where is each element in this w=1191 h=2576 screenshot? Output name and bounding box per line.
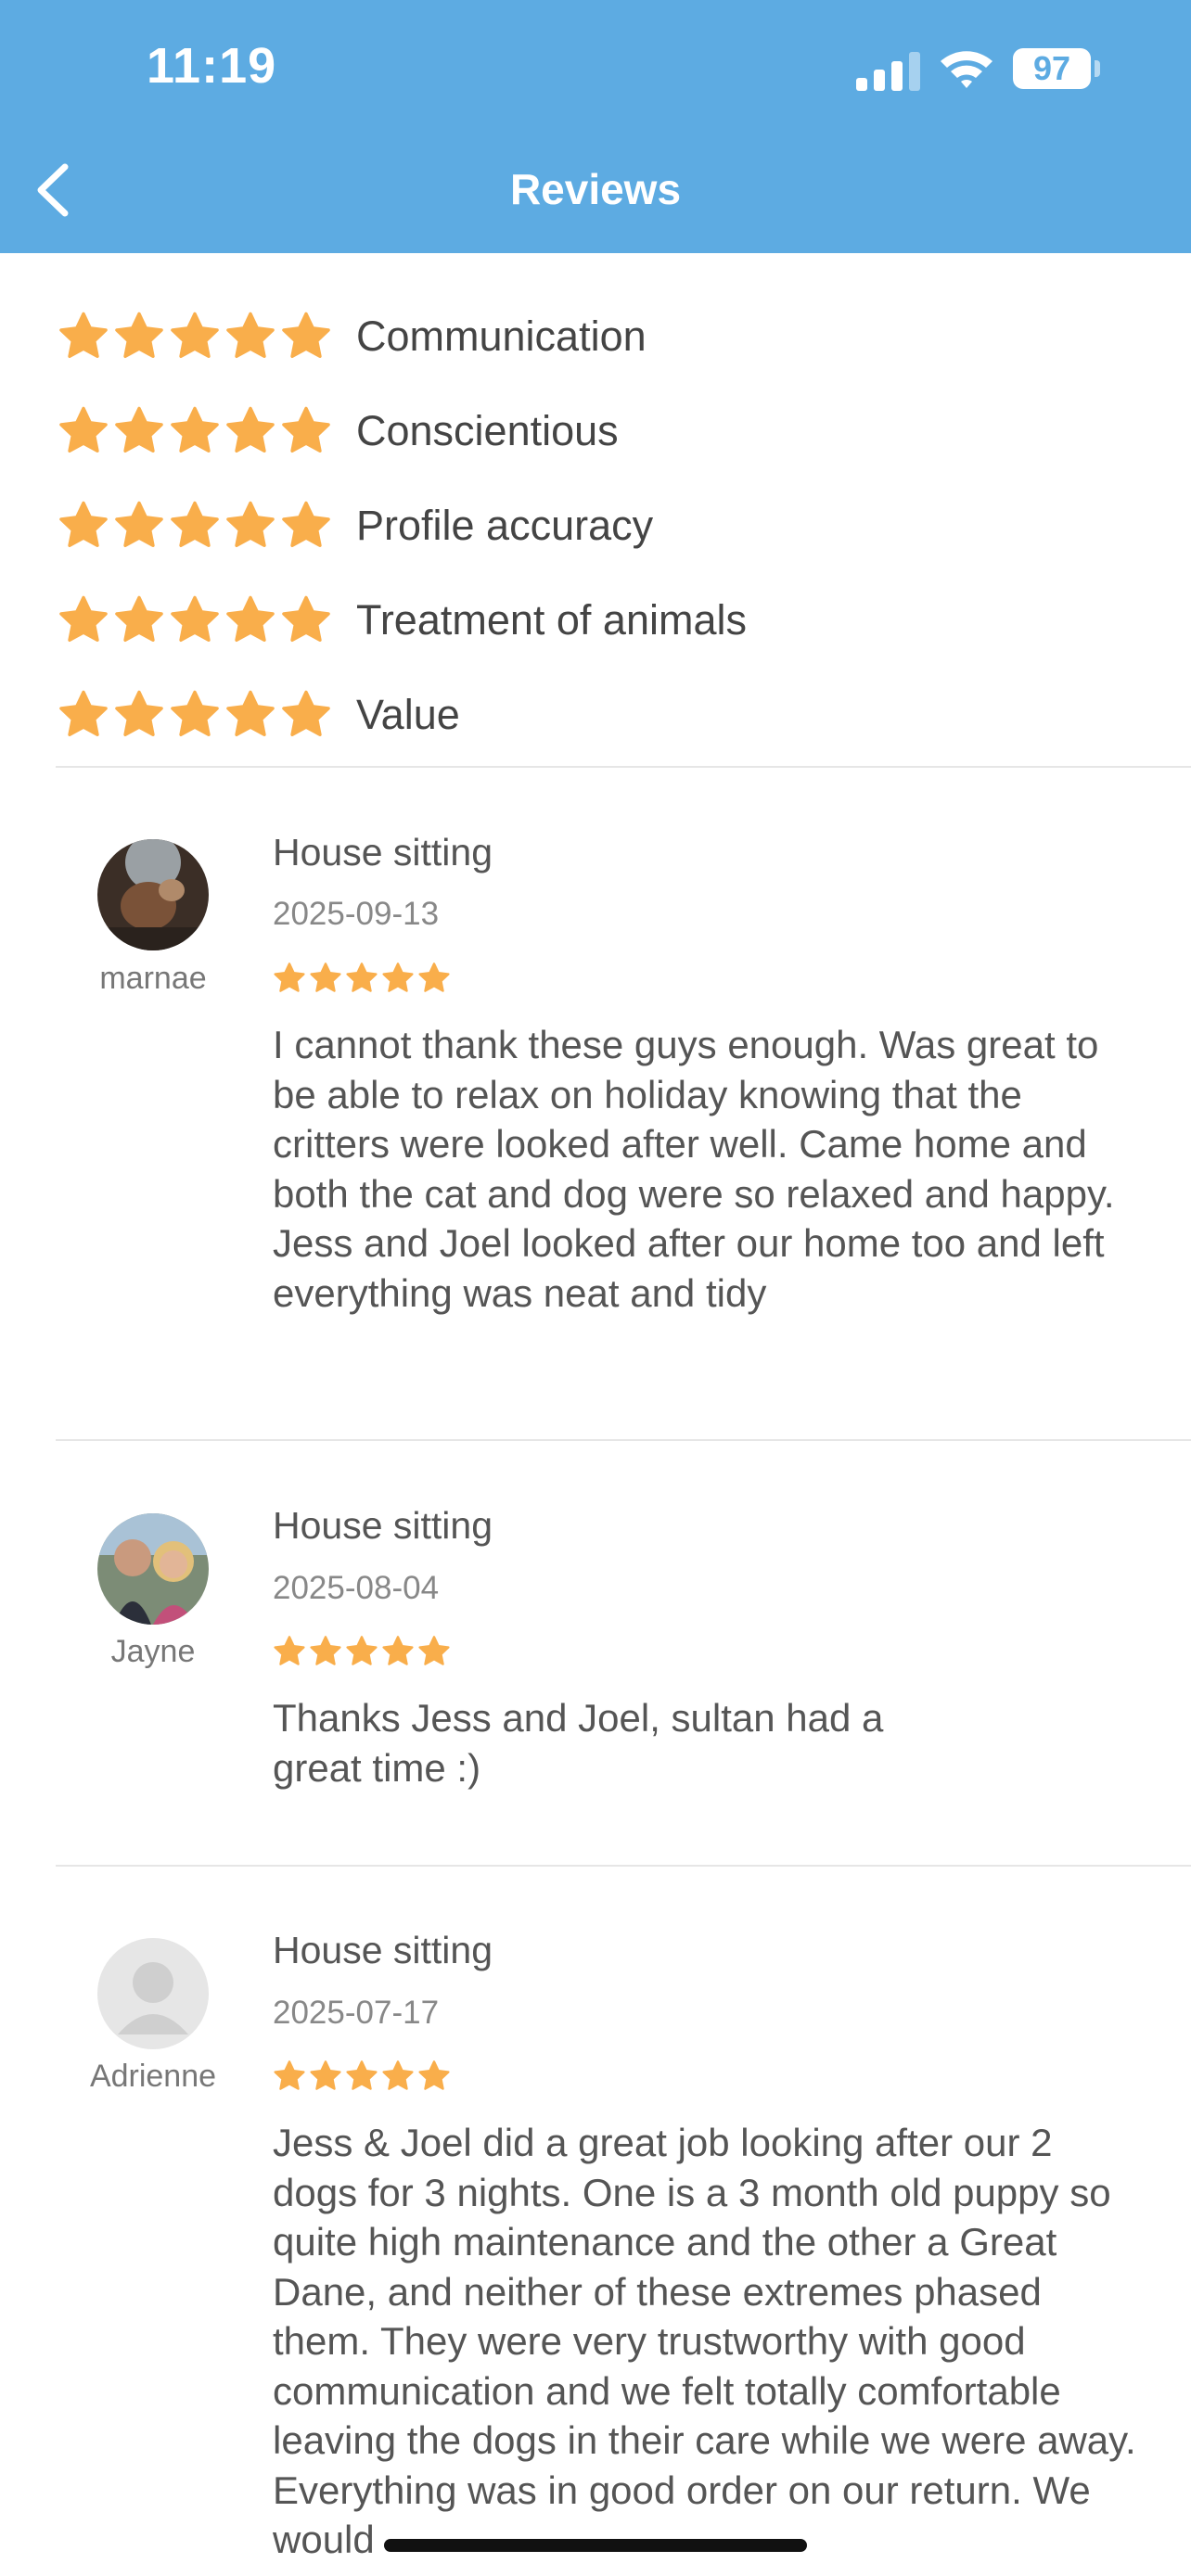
status-time: 11:19 bbox=[147, 38, 277, 94]
divider bbox=[56, 1865, 1191, 1867]
star-icon bbox=[346, 2060, 378, 2090]
star-icon bbox=[346, 963, 378, 992]
rating-label: Profile accuracy bbox=[356, 502, 654, 549]
star-icon bbox=[226, 690, 275, 736]
star-icon bbox=[226, 312, 275, 358]
avatar[interactable] bbox=[97, 839, 209, 950]
star-icon bbox=[171, 595, 219, 642]
review-date: 2025-09-13 bbox=[273, 896, 440, 932]
star-icon bbox=[171, 690, 219, 736]
star-icon bbox=[274, 2060, 305, 2090]
star-icon bbox=[226, 406, 275, 453]
star-icon bbox=[310, 2060, 341, 2090]
page-title: Reviews bbox=[509, 165, 682, 213]
star-icon bbox=[382, 963, 414, 992]
star-rating bbox=[58, 594, 356, 646]
review-stars bbox=[273, 962, 451, 995]
rating-label: Treatment of animals bbox=[356, 596, 747, 644]
star-rating bbox=[58, 500, 356, 552]
star-icon bbox=[59, 501, 108, 547]
review-text: Jess & Joel did a great job looking afte… bbox=[273, 2121, 1136, 2561]
star-icon bbox=[418, 963, 450, 992]
rating-row: Profile accuracy bbox=[58, 478, 747, 573]
star-icon bbox=[171, 312, 219, 358]
star-icon bbox=[282, 690, 330, 736]
star-icon bbox=[115, 312, 163, 358]
star-icon bbox=[115, 595, 163, 642]
star-icon bbox=[115, 406, 163, 453]
divider bbox=[56, 766, 1191, 768]
star-icon bbox=[59, 595, 108, 642]
wifi-icon bbox=[941, 51, 992, 88]
avatar[interactable] bbox=[97, 1938, 209, 2049]
battery-icon: 97 bbox=[1013, 48, 1091, 89]
star-icon bbox=[226, 595, 275, 642]
star-icon bbox=[282, 501, 330, 547]
rating-row: Value bbox=[58, 668, 747, 762]
star-icon bbox=[226, 501, 275, 547]
star-icon bbox=[282, 595, 330, 642]
star-icon bbox=[59, 312, 108, 358]
rating-row: Treatment of animals bbox=[58, 573, 747, 668]
star-icon bbox=[59, 406, 108, 453]
review-text: Thanks Jess and Joel, sultan had a great… bbox=[273, 1696, 884, 1790]
star-icon bbox=[171, 501, 219, 547]
star-icon bbox=[418, 2060, 450, 2090]
star-icon bbox=[171, 406, 219, 453]
star-icon bbox=[418, 1636, 450, 1665]
star-rating bbox=[58, 689, 356, 741]
star-icon bbox=[310, 963, 341, 992]
reviewer-name: marnae bbox=[99, 961, 207, 996]
reviewer-name: Adrienne bbox=[89, 2059, 217, 2094]
app-header: 11:19 97 Reviews bbox=[0, 0, 1191, 253]
star-icon bbox=[274, 1636, 305, 1665]
reviewer-name: Jayne bbox=[110, 1634, 196, 1669]
star-icon bbox=[115, 690, 163, 736]
review-text: I cannot thank these guys enough. Was gr… bbox=[273, 1023, 1115, 1315]
star-rating bbox=[58, 311, 356, 363]
star-icon bbox=[310, 1636, 341, 1665]
battery-level: 97 bbox=[1032, 49, 1071, 87]
star-icon bbox=[115, 501, 163, 547]
home-indicator bbox=[384, 2539, 807, 2552]
divider bbox=[56, 1439, 1191, 1441]
rating-label: Communication bbox=[356, 312, 647, 360]
star-icon bbox=[346, 1636, 378, 1665]
review-date: 2025-08-04 bbox=[273, 1570, 440, 1606]
star-icon bbox=[274, 963, 305, 992]
review-service: House sitting bbox=[273, 1929, 493, 1971]
star-icon bbox=[282, 406, 330, 453]
rating-row: Conscientious bbox=[58, 384, 747, 478]
star-icon bbox=[382, 1636, 414, 1665]
battery-tip bbox=[1095, 60, 1100, 77]
review-stars bbox=[273, 1635, 451, 1668]
review-service: House sitting bbox=[273, 1504, 493, 1547]
review-stars bbox=[273, 2060, 451, 2093]
star-icon bbox=[59, 690, 108, 736]
cellular-signal-icon bbox=[856, 52, 920, 91]
rating-summary: Communication Conscientious Profile accu… bbox=[58, 289, 747, 762]
star-icon bbox=[282, 312, 330, 358]
star-rating bbox=[58, 405, 356, 457]
rating-label: Conscientious bbox=[356, 407, 619, 454]
review-date: 2025-07-17 bbox=[273, 1995, 440, 2031]
avatar[interactable] bbox=[97, 1513, 209, 1625]
rating-label: Value bbox=[356, 691, 460, 738]
rating-row: Communication bbox=[58, 289, 747, 384]
star-icon bbox=[382, 2060, 414, 2090]
review-service: House sitting bbox=[273, 831, 493, 874]
